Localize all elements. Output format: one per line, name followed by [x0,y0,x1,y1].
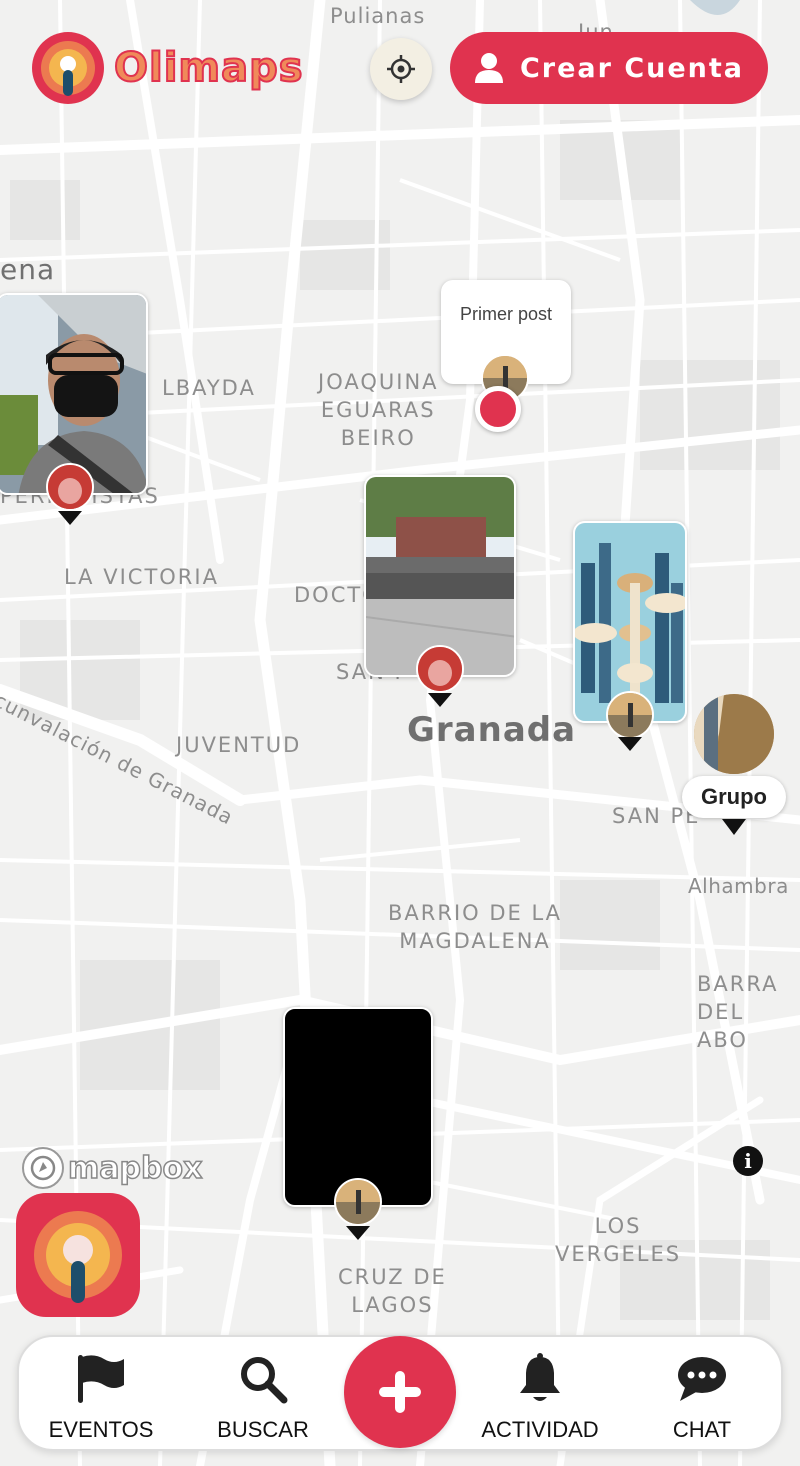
pin-tail [58,511,82,525]
map-label-joaquina-eguaras: JOAQUINA EGUARAS BEIRO [318,370,439,450]
bell-icon [517,1349,563,1409]
user-icon [474,52,504,84]
nav-label: BUSCAR [217,1417,309,1442]
note-location-dot[interactable] [475,386,521,432]
map-post-selfie[interactable] [0,293,148,525]
map-label-pulianas: Pulianas [330,4,426,28]
author-avatar [334,1178,382,1226]
nav-buscar[interactable]: BUSCAR [183,1337,343,1453]
post-photo [283,1007,433,1207]
map-label-granada: Granada [407,710,577,750]
pin-tail [428,693,452,707]
map-post-note[interactable]: Primer post [441,280,571,402]
map-label-magdalena: BARRIO DE LA MAGDALENA [388,901,563,953]
nav-label: CHAT [672,1417,732,1442]
create-account-label: Crear Cuenta [519,52,745,84]
app-home-button[interactable] [16,1193,140,1317]
pin-tail [722,819,746,835]
nav-label: EVENTOS [48,1417,154,1442]
brand[interactable]: Olimaps [32,32,304,104]
mapbox-attribution[interactable]: mapbox [22,1147,203,1189]
olimaps-logo-icon [32,32,104,104]
map-post-artwork[interactable] [573,521,687,751]
map-post-street[interactable] [364,475,516,707]
plus-icon [379,1371,421,1413]
locate-button[interactable] [370,38,432,100]
map-label-juventud: JUVENTUD [176,733,302,757]
map-label-la-victoria: LA VICTORIA [64,565,219,589]
create-account-button[interactable]: Crear Cuenta [450,32,768,104]
pin-tail [346,1226,370,1240]
author-avatar [606,691,654,739]
nav-eventos[interactable]: EVENTOS [21,1337,181,1453]
map-label-alhambra: Alhambra [688,874,789,898]
info-icon[interactable]: i [733,1146,763,1176]
author-avatar [46,463,94,511]
note-post-text: Primer post [459,304,553,324]
search-icon [238,1349,288,1409]
map-label-ena: ena [0,253,56,286]
map-label-cruz-de-lagos: CRUZ DE LAGOS [338,1265,447,1317]
map-label-albayda: LBAYDA [162,376,256,400]
mapbox-logo-icon [22,1147,64,1189]
flag-icon [76,1349,126,1409]
nav-label: ACTIVIDAD [481,1417,599,1442]
nav-chat[interactable]: CHAT [622,1337,782,1453]
map-post-video[interactable] [283,1007,433,1240]
add-post-button[interactable] [344,1336,456,1448]
group-pin[interactable] [694,694,774,774]
map-label-barranco: BARRA DEL ABO [697,972,779,1052]
map-label-los-vergeles: LOS VERGELES [555,1214,682,1266]
nav-actividad[interactable]: ACTIVIDAD [460,1337,620,1453]
chat-bubble-icon [676,1349,728,1409]
group-label[interactable]: Grupo [682,776,786,818]
mapbox-wordmark: mapbox [67,1150,203,1187]
brand-name: Olimaps [113,44,304,92]
pin-tail [618,737,642,751]
author-avatar [416,645,464,693]
crosshair-icon [387,55,415,83]
